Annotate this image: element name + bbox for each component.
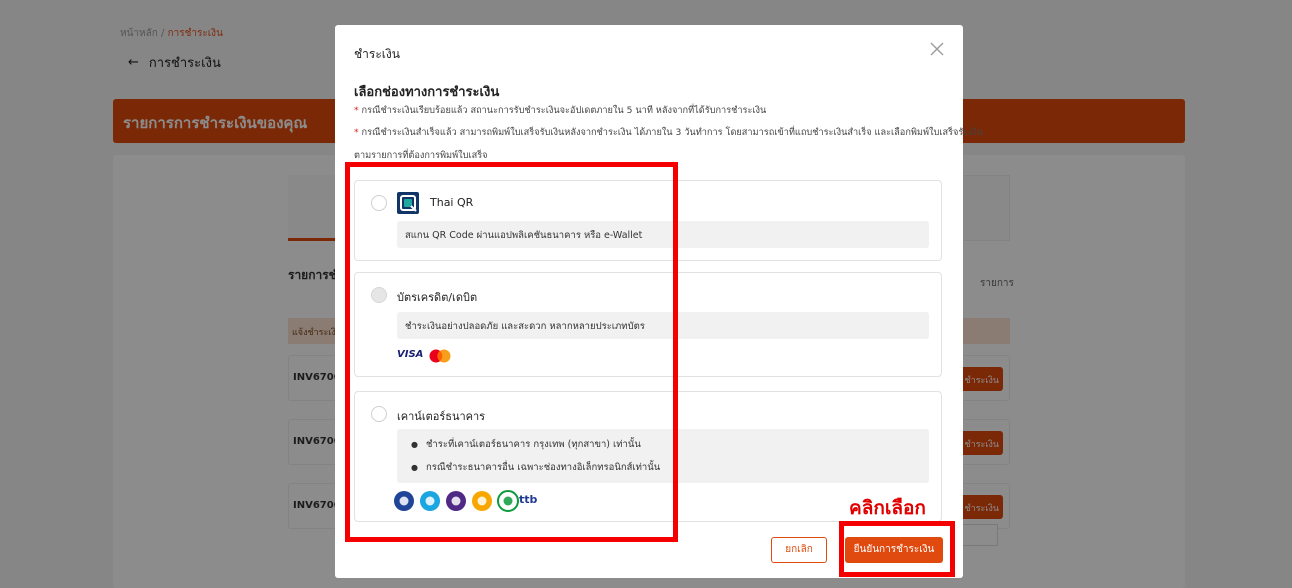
note-text: ตามรายการที่ต้องการพิมพ์ใบเสร็จ [354,150,488,161]
note-marker: * [354,105,359,116]
ttb-logo: ttb [519,493,538,506]
payment-option-card[interactable]: บัตรเครดิต/เดบิต ชำระเงินอย่างปลอดภัย แล… [354,272,942,377]
note-marker: * [354,127,359,138]
close-icon[interactable] [928,40,946,58]
krungthai-bank-icon [420,491,440,511]
visa-icon: VISA [397,349,424,360]
bank-counter-bullet: กรณีชำระธนาคารอื่น เฉพาะช่องทางอิเล็กทรอ… [411,460,660,475]
bank-counter-details: ชำระที่เคาน์เตอร์ธนาคาร กรุงเทพ (ทุกสาขา… [397,429,929,483]
confirm-payment-button[interactable]: ยืนยันการชำระเงิน [845,537,943,563]
mastercard-icon [428,348,452,363]
bank-counter-title: เคาน์เตอร์ธนาคาร [397,410,486,423]
radio-card[interactable] [371,287,387,303]
card-title: บัตรเครดิต/เดบิต [397,291,478,304]
bank-logos [393,490,533,512]
note-line: * กรณีชำระเงินสำเร็จแล้ว สามารถพิมพ์ใบเส… [354,127,983,139]
radio-thai-qr[interactable] [371,195,387,211]
scb-bank-icon [446,491,466,511]
payment-option-thai-qr[interactable]: Thai QR สแกน QR Code ผ่านแอปพลิเคชันธนาค… [354,180,942,261]
kasikorn-bank-icon [497,490,519,512]
cancel-button[interactable]: ยกเลิก [771,537,827,563]
thai-qr-description: สแกน QR Code ผ่านแอปพลิเคชันธนาคาร หรือ … [397,221,929,248]
note-text: กรณีชำระเงินเรียบร้อยแล้ว สถานะการรับชำร… [361,105,767,116]
radio-bank-counter[interactable] [371,406,387,422]
krungsri-bank-icon [472,491,492,511]
payment-method-heading: เลือกช่องทางการชำระเงิน [354,85,500,100]
note-text: กรณีชำระเงินสำเร็จแล้ว สามารถพิมพ์ใบเสร็… [361,127,984,138]
annotation-label: คลิกเลือก [849,497,926,519]
note-line: * กรณีชำระเงินเรียบร้อยแล้ว สถานะการรับช… [354,105,766,117]
thai-qr-icon [397,192,419,214]
thai-qr-title: Thai QR [430,196,474,209]
bank-counter-bullet: ชำระที่เคาน์เตอร์ธนาคาร กรุงเทพ (ทุกสาขา… [411,437,641,452]
modal-title: ชำระเงิน [354,47,400,61]
bangkok-bank-icon [394,491,414,511]
note-line: ตามรายการที่ต้องการพิมพ์ใบเสร็จ [354,150,488,162]
card-description: ชำระเงินอย่างปลอดภัย และสะดวก หลากหลายปร… [397,312,929,339]
